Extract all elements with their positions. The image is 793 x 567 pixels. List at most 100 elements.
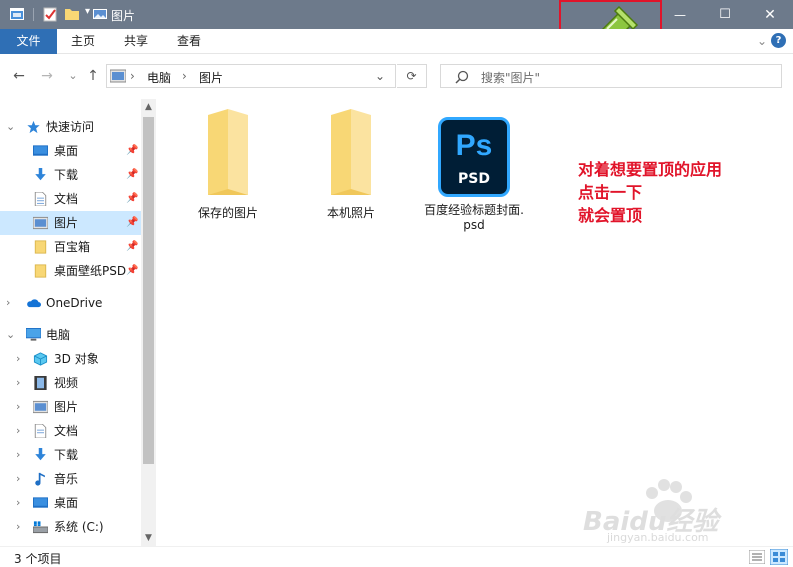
sidebar-item-label: 音乐 bbox=[54, 472, 79, 486]
help-icon[interactable]: ? bbox=[771, 33, 786, 48]
tab-file[interactable]: 文件 bbox=[0, 29, 57, 54]
expand-chevron-icon[interactable]: › bbox=[16, 443, 20, 467]
sidebar-item-desktop[interactable]: 桌面 📌 bbox=[0, 139, 141, 163]
maximize-button[interactable]: ☐ bbox=[702, 0, 748, 29]
computer-icon bbox=[26, 328, 41, 341]
properties-icon[interactable] bbox=[42, 6, 58, 22]
sidebar-item-videos[interactable]: › 视频 bbox=[0, 371, 141, 395]
title-bar: ▾ 图片 — ☐ ✕ bbox=[0, 0, 793, 29]
sidebar-item-baibaoxiang[interactable]: 百宝箱 📌 bbox=[0, 235, 141, 259]
star-icon bbox=[27, 120, 40, 134]
sidebar-item-pictures[interactable]: 图片 📌 bbox=[0, 211, 141, 235]
sidebar-item-label: 桌面 bbox=[54, 496, 79, 510]
pin-icon[interactable]: 📌 bbox=[126, 211, 138, 235]
expand-chevron-icon[interactable]: › bbox=[16, 467, 20, 491]
video-icon bbox=[34, 376, 47, 390]
forward-button[interactable]: → bbox=[38, 67, 56, 85]
sidebar-item-label: 图片 bbox=[54, 400, 79, 414]
details-view-icon[interactable] bbox=[749, 550, 765, 564]
file-item-psd[interactable]: Ps PSD 百度经验标题封面.psd bbox=[423, 107, 525, 233]
breadcrumb-pictures[interactable]: 图片 bbox=[199, 69, 223, 86]
collapse-chevron-icon[interactable]: ⌄ bbox=[6, 323, 15, 347]
address-bar[interactable]: › 电脑 › 图片 ⌄ bbox=[106, 64, 396, 88]
cloud-icon bbox=[27, 299, 41, 308]
sidebar-item-system-drive[interactable]: › 系统 (C:) bbox=[0, 515, 141, 539]
sidebar-item-label: OneDrive bbox=[46, 296, 103, 310]
music-icon bbox=[35, 472, 45, 486]
minimize-button[interactable]: — bbox=[657, 0, 703, 29]
breadcrumb-separator[interactable]: › bbox=[130, 69, 135, 83]
breadcrumb-separator[interactable]: › bbox=[182, 69, 187, 83]
pin-icon[interactable]: 📌 bbox=[126, 259, 138, 283]
quick-access-toolbar-dropdown[interactable]: ▾ bbox=[85, 6, 90, 17]
ribbon-expand-chevron-icon[interactable]: ⌄ bbox=[757, 34, 767, 48]
expand-chevron-icon[interactable]: › bbox=[16, 419, 20, 443]
pictures-icon bbox=[110, 69, 126, 83]
desktop-icon bbox=[33, 497, 48, 508]
scroll-thumb[interactable] bbox=[143, 117, 154, 464]
expand-chevron-icon[interactable]: › bbox=[16, 491, 20, 515]
close-button[interactable]: ✕ bbox=[747, 0, 793, 29]
file-name: 本机照片 bbox=[326, 206, 375, 220]
refresh-button[interactable]: ⟳ bbox=[397, 64, 427, 88]
sidebar-item-this-pc[interactable]: ⌄ 电脑 bbox=[0, 323, 141, 347]
tab-view[interactable]: 查看 bbox=[166, 29, 212, 54]
sidebar-item-onedrive[interactable]: › OneDrive bbox=[0, 291, 141, 315]
explorer-window-icon[interactable] bbox=[9, 6, 25, 22]
pin-icon[interactable]: 📌 bbox=[126, 235, 138, 259]
pictures-icon bbox=[93, 9, 107, 19]
sidebar-scrollbar[interactable]: ▲ ▼ bbox=[141, 99, 156, 546]
sidebar-item-documents[interactable]: 文档 📌 bbox=[0, 187, 141, 211]
large-icons-view-icon[interactable] bbox=[770, 549, 788, 565]
document-icon bbox=[34, 192, 47, 206]
search-icon bbox=[455, 70, 469, 84]
sidebar-item-label: 视频 bbox=[54, 376, 79, 390]
sidebar-item-label: 桌面壁纸PSD bbox=[54, 264, 127, 278]
search-placeholder[interactable]: 搜索"图片" bbox=[481, 69, 540, 86]
scroll-down-arrow-icon[interactable]: ▼ bbox=[141, 530, 156, 546]
expand-chevron-icon[interactable]: › bbox=[6, 291, 10, 315]
annotation-text: 对着想要置顶的应用 点击一下 就会置顶 bbox=[578, 160, 723, 225]
file-name: 百度经验标题封面.psd bbox=[424, 203, 524, 232]
navigation-bar: ← → ⌄ ↑ › 电脑 › 图片 ⌄ ⟳ 搜索"图片" bbox=[0, 54, 793, 99]
sidebar-item-documents-pc[interactable]: › 文档 bbox=[0, 419, 141, 443]
3d-objects-icon bbox=[33, 352, 48, 366]
up-button[interactable]: ↑ bbox=[84, 67, 102, 85]
expand-chevron-icon[interactable]: › bbox=[16, 371, 20, 395]
sidebar-item-label: 系统 (C:) bbox=[54, 520, 104, 534]
back-button[interactable]: ← bbox=[10, 67, 28, 85]
recent-locations-button[interactable]: ⌄ bbox=[64, 67, 82, 85]
pin-icon[interactable]: 📌 bbox=[126, 187, 138, 211]
scroll-up-arrow-icon[interactable]: ▲ bbox=[141, 99, 156, 115]
sidebar-item-downloads[interactable]: 下载 📌 bbox=[0, 163, 141, 187]
tab-home[interactable]: 主页 bbox=[60, 29, 106, 54]
sidebar-item-wallpaper-psd[interactable]: 桌面壁纸PSD 📌 bbox=[0, 259, 141, 283]
expand-chevron-icon[interactable]: › bbox=[16, 395, 20, 419]
breadcrumb-this-pc[interactable]: 电脑 bbox=[147, 69, 171, 86]
pin-icon[interactable]: 📌 bbox=[126, 163, 138, 187]
sidebar-item-downloads-pc[interactable]: › 下载 bbox=[0, 443, 141, 467]
file-item-folder[interactable]: 本机照片 bbox=[301, 107, 401, 221]
new-folder-icon[interactable] bbox=[64, 6, 80, 22]
file-item-folder[interactable]: 保存的图片 bbox=[178, 107, 278, 221]
sidebar-item-label: 3D 对象 bbox=[54, 352, 99, 366]
address-dropdown-chevron-icon[interactable]: ⌄ bbox=[375, 69, 385, 83]
navigation-pane: ⌄ 快速访问 桌面 📌 下载 📌 文档 📌 图片 📌 百宝箱 📌 桌面壁纸PSD… bbox=[0, 99, 156, 546]
pin-icon[interactable]: 📌 bbox=[126, 139, 138, 163]
expand-chevron-icon[interactable]: › bbox=[16, 515, 20, 539]
sidebar-item-label: 图片 bbox=[54, 216, 79, 230]
pictures-icon bbox=[33, 400, 48, 414]
sidebar-item-desktop-pc[interactable]: › 桌面 bbox=[0, 491, 141, 515]
sidebar-item-label: 电脑 bbox=[46, 328, 71, 342]
tab-share[interactable]: 共享 bbox=[113, 29, 159, 54]
collapse-chevron-icon[interactable]: ⌄ bbox=[6, 115, 15, 139]
expand-chevron-icon[interactable]: › bbox=[16, 347, 20, 371]
pictures-icon bbox=[33, 216, 48, 230]
sidebar-item-label: 下载 bbox=[54, 168, 79, 182]
psd-badge: Ps bbox=[455, 129, 493, 162]
sidebar-item-music[interactable]: › 音乐 bbox=[0, 467, 141, 491]
search-box[interactable]: 搜索"图片" bbox=[440, 64, 782, 88]
sidebar-item-quick-access[interactable]: ⌄ 快速访问 bbox=[0, 115, 141, 139]
sidebar-item-3d-objects[interactable]: › 3D 对象 bbox=[0, 347, 141, 371]
sidebar-item-pictures-pc[interactable]: › 图片 bbox=[0, 395, 141, 419]
